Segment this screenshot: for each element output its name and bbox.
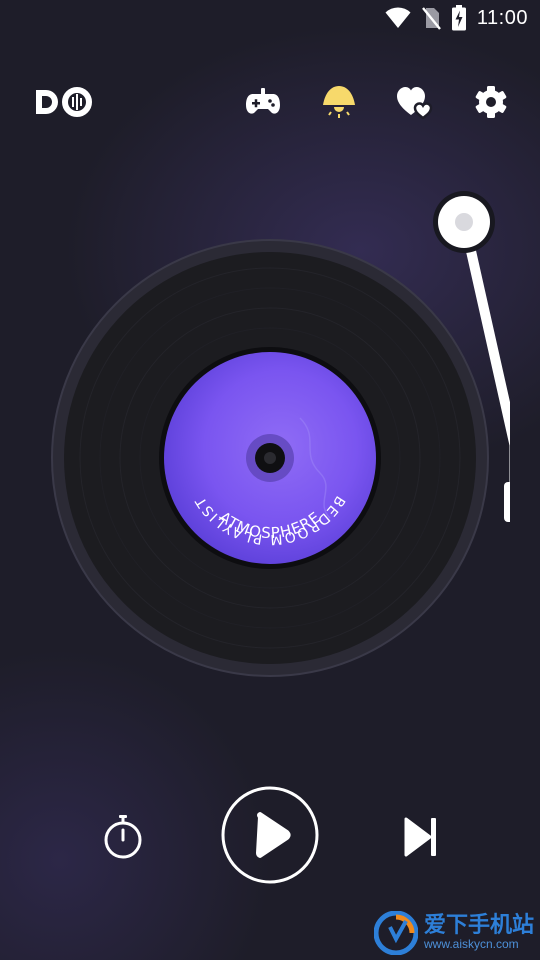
play-button[interactable] [220, 785, 320, 885]
favorites-button[interactable] [394, 82, 434, 122]
top-toolbar: DO [0, 78, 540, 126]
watermark-text: 爱下手机站 www.aiskycn.com [423, 913, 534, 952]
turntable: BEDROOM PLAYLIST ATMOSPHERE [0, 150, 540, 730]
next-button[interactable] [398, 815, 442, 859]
battery-charging-icon [451, 5, 466, 31]
app-logo: DO [36, 87, 92, 117]
game-controller-icon [246, 88, 280, 114]
status-time: 11:00 [476, 6, 528, 29]
watermark-chinese: 爱下手机站 [423, 913, 534, 938]
settings-button[interactable] [471, 82, 511, 122]
skip-next-icon [404, 817, 436, 857]
gear-icon [475, 86, 507, 118]
watermark-logo-icon [373, 911, 418, 955]
status-icons: 11:00 [385, 5, 528, 31]
status-bar: 11:00 [0, 0, 540, 36]
watermark: 爱下手机站 www.aiskycn.com [373, 911, 534, 955]
lamp-button[interactable] [319, 82, 359, 122]
watermark-url: www.aiskycn.com [423, 937, 519, 951]
lamp-icon [323, 86, 355, 118]
tonearm[interactable] [420, 180, 510, 530]
play-icon [221, 786, 319, 884]
hearts-icon [397, 87, 433, 119]
no-sim-icon [421, 7, 441, 30]
stopwatch-icon [104, 815, 142, 859]
wifi-icon [385, 7, 411, 28]
game-button[interactable] [243, 82, 283, 122]
playback-controls [0, 785, 540, 885]
timer-button[interactable] [100, 813, 146, 861]
